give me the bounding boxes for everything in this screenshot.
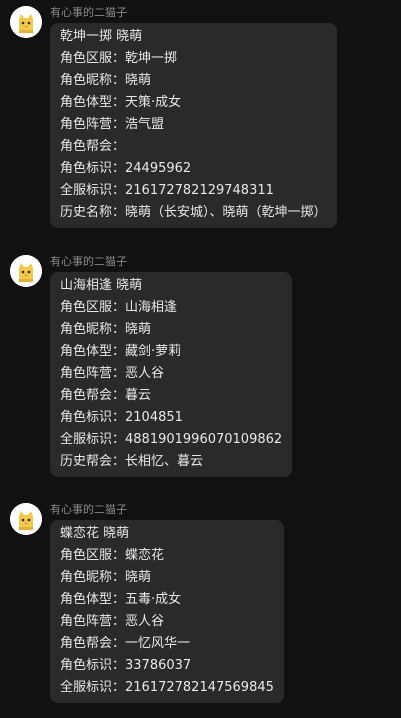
message-line: 角色体型：五毒·成女 xyxy=(60,592,182,607)
message-line: 角色区服：蝶恋花 xyxy=(60,548,165,563)
sender-name: 有心事的二猫子 xyxy=(50,503,127,516)
message-bubble[interactable]: 乾坤一掷 晓萌 角色区服：乾坤一掷 角色昵称：晓萌 角色体型：天策·成女 角色阵… xyxy=(50,23,337,228)
message-line: 角色标识：33786037 xyxy=(60,658,192,673)
message-line: 历史名称：晓萌（长安城）、晓萌（乾坤一掷） xyxy=(60,205,327,220)
message-line: 角色帮会：暮云 xyxy=(60,388,152,403)
message-line: 全服标识：4881901996070109862 xyxy=(60,432,283,447)
message-line: 角色体型：天策·成女 xyxy=(60,95,182,110)
message-line: 角色标识：2104851 xyxy=(60,410,183,425)
chat-message-list[interactable]: 有心事的二猫子 乾坤一掷 晓萌 角色区服：乾坤一掷 角色昵称：晓萌 角色体型：天… xyxy=(0,0,401,718)
message-line: 角色昵称：晓萌 xyxy=(60,322,152,337)
cat-avatar-icon[interactable] xyxy=(10,6,42,38)
message-bubble[interactable]: 山海相逢 晓萌 角色区服：山海相逢 角色昵称：晓萌 角色体型：藏剑·萝莉 角色阵… xyxy=(50,272,293,477)
message-line: 角色帮会： xyxy=(60,139,126,154)
message-line: 角色阵营：恶人谷 xyxy=(60,366,165,381)
message-line: 角色区服：乾坤一掷 xyxy=(60,51,178,66)
message-line: 乾坤一掷 晓萌 xyxy=(60,29,143,44)
message-line: 蝶恋花 晓萌 xyxy=(60,526,130,541)
message-line: 角色体型：藏剑·萝莉 xyxy=(60,344,182,359)
message-line: 角色昵称：晓萌 xyxy=(60,73,152,88)
message-line: 角色区服：山海相逢 xyxy=(60,300,178,315)
message-line: 山海相逢 晓萌 xyxy=(60,278,143,293)
message-line: 角色阵营：浩气盟 xyxy=(60,117,165,132)
cat-avatar-icon[interactable] xyxy=(10,503,42,535)
message-line: 角色帮会：一忆风华一 xyxy=(60,636,191,651)
message-line: 全服标识：216172782129748311 xyxy=(60,183,274,198)
sender-name: 有心事的二猫子 xyxy=(50,255,127,268)
sender-name: 有心事的二猫子 xyxy=(50,6,127,19)
message-bubble[interactable]: 蝶恋花 晓萌 角色区服：蝶恋花 角色昵称：晓萌 角色体型：五毒·成女 角色阵营：… xyxy=(50,520,284,703)
message-line: 角色昵称：晓萌 xyxy=(60,570,152,585)
message-line: 历史帮会：长相忆、暮云 xyxy=(60,454,204,469)
message-line: 角色标识：24495962 xyxy=(60,161,192,176)
message-line: 全服标识：216172782147569845 xyxy=(60,680,274,695)
message-line: 角色阵营：恶人谷 xyxy=(60,614,165,629)
cat-avatar-icon[interactable] xyxy=(10,255,42,287)
